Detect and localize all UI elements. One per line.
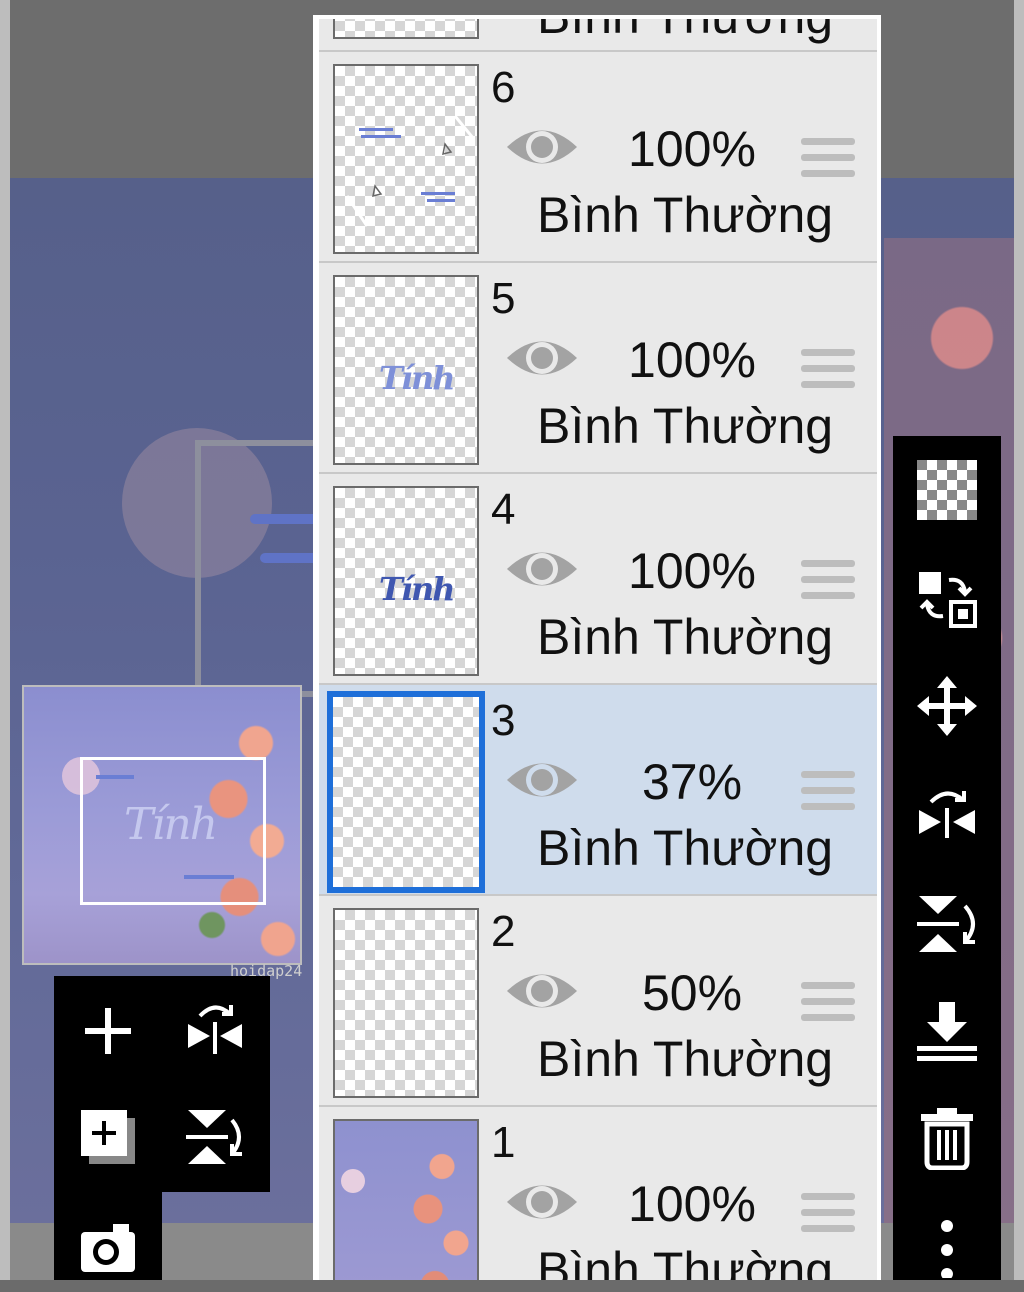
layer-row[interactable]: 6 100% Bình Thường [319, 52, 877, 263]
eye-icon [507, 763, 577, 797]
flip-vertical-button[interactable] [170, 1092, 260, 1182]
layer-number: 1 [491, 1118, 516, 1167]
eye-icon [507, 974, 577, 1008]
eye-icon [507, 341, 577, 375]
canvas-tools-toolbar-extension [54, 1192, 162, 1280]
layer-thumbnail: Tính [333, 275, 479, 465]
flip-horizontal-icon [919, 791, 975, 838]
transparency-icon [917, 460, 977, 520]
merge-down-button[interactable] [907, 992, 987, 1072]
swap-layers-button[interactable] [907, 558, 987, 638]
camera-button[interactable] [63, 1202, 153, 1292]
eye-icon [507, 552, 577, 586]
canvas-edge-right [1014, 0, 1024, 1280]
canvas-edge-left [0, 0, 10, 1280]
duplicate-layer-icon [81, 1110, 135, 1164]
more-icon [941, 1220, 953, 1278]
layer-thumbnail: Tính [333, 486, 479, 676]
duplicate-layer-button[interactable] [63, 1092, 153, 1182]
layer-number: 3 [491, 696, 516, 745]
layer-thumbnail [333, 64, 479, 254]
thumbnail-text: Tính [379, 570, 455, 608]
add-layer-icon [85, 1008, 131, 1054]
visibility-toggle[interactable] [505, 1177, 579, 1227]
layer-number: 2 [491, 907, 516, 956]
flip-vertical-button[interactable] [907, 884, 987, 964]
layer-thumbnail [333, 908, 479, 1098]
blend-mode[interactable]: Bình Thường [537, 1032, 833, 1087]
layer-list: Bình Thường 6 [319, 19, 877, 1280]
navigator-preview[interactable]: Tính [22, 685, 302, 965]
transparency-button[interactable] [907, 450, 987, 530]
swap-layers-icon [919, 572, 977, 628]
more-options-button[interactable] [907, 1206, 987, 1286]
layer-opacity[interactable]: 100% [599, 544, 785, 599]
flip-horizontal-button[interactable] [907, 776, 987, 856]
drag-handle-icon[interactable] [801, 138, 855, 182]
camera-icon [81, 1224, 135, 1272]
layer-row-selected[interactable]: 3 37% Bình Thường [319, 685, 877, 896]
flip-vertical-icon [917, 896, 975, 952]
blend-mode[interactable]: Bình Thường [537, 1243, 833, 1281]
blend-mode[interactable]: Bình Thường [537, 821, 833, 876]
layer-opacity[interactable]: 100% [599, 122, 785, 177]
layer-row[interactable]: Tính 4 100% Bình Thường [319, 474, 877, 685]
flip-vertical-icon [186, 1110, 242, 1164]
drag-handle-icon[interactable] [801, 1193, 855, 1237]
layer-number: 4 [491, 485, 516, 534]
visibility-toggle[interactable] [505, 966, 579, 1016]
layer-thumbnail [333, 19, 479, 39]
visibility-toggle[interactable] [505, 544, 579, 594]
flip-horizontal-button[interactable] [170, 986, 260, 1076]
blend-mode[interactable]: Bình Thường [537, 399, 833, 454]
layer-opacity[interactable]: 50% [599, 966, 785, 1021]
merge-down-icon [917, 1002, 977, 1061]
layer-row[interactable]: Bình Thường [319, 19, 877, 52]
layer-thumbnail [333, 1119, 479, 1280]
artwork-frame [195, 440, 331, 697]
layer-thumbnail [327, 691, 485, 893]
canvas-tools-toolbar [54, 976, 270, 1192]
eye-icon [507, 1185, 577, 1219]
move-icon [917, 676, 977, 736]
thumbnail-text: Tính [379, 359, 455, 397]
delete-icon [921, 1108, 973, 1170]
delete-layer-button[interactable] [907, 1098, 987, 1178]
blend-mode[interactable]: Bình Thường [537, 188, 833, 243]
background-thumbnail-art [335, 1121, 477, 1280]
layer-number: 5 [491, 274, 516, 323]
add-layer-button[interactable] [63, 986, 153, 1076]
layer-opacity[interactable]: 37% [599, 755, 785, 810]
layer-panel: Bình Thường 6 [313, 15, 881, 1280]
layer-tools-toolbar [893, 436, 1001, 1280]
drag-handle-icon[interactable] [801, 982, 855, 1026]
layer-row[interactable]: 2 50% Bình Thường [319, 896, 877, 1107]
layer-row[interactable]: Tính 5 100% Bình Thường [319, 263, 877, 474]
move-button[interactable] [907, 666, 987, 746]
blend-mode[interactable]: Bình Thường [537, 19, 833, 44]
blend-mode[interactable]: Bình Thường [537, 610, 833, 665]
layer-thumbnail-art [345, 115, 475, 227]
navigator-viewport-frame[interactable] [80, 757, 266, 905]
layer-opacity[interactable]: 100% [599, 333, 785, 388]
drag-handle-icon[interactable] [801, 771, 855, 815]
layer-number: 6 [491, 63, 516, 112]
layer-opacity[interactable]: 100% [599, 1177, 785, 1232]
visibility-toggle[interactable] [505, 755, 579, 805]
flip-horizontal-icon [188, 1005, 242, 1054]
drag-handle-icon[interactable] [801, 349, 855, 393]
eye-icon [507, 130, 577, 164]
visibility-toggle[interactable] [505, 333, 579, 383]
visibility-toggle[interactable] [505, 122, 579, 172]
drag-handle-icon[interactable] [801, 560, 855, 604]
layer-row[interactable]: 1 100% Bình Thường [319, 1107, 877, 1280]
